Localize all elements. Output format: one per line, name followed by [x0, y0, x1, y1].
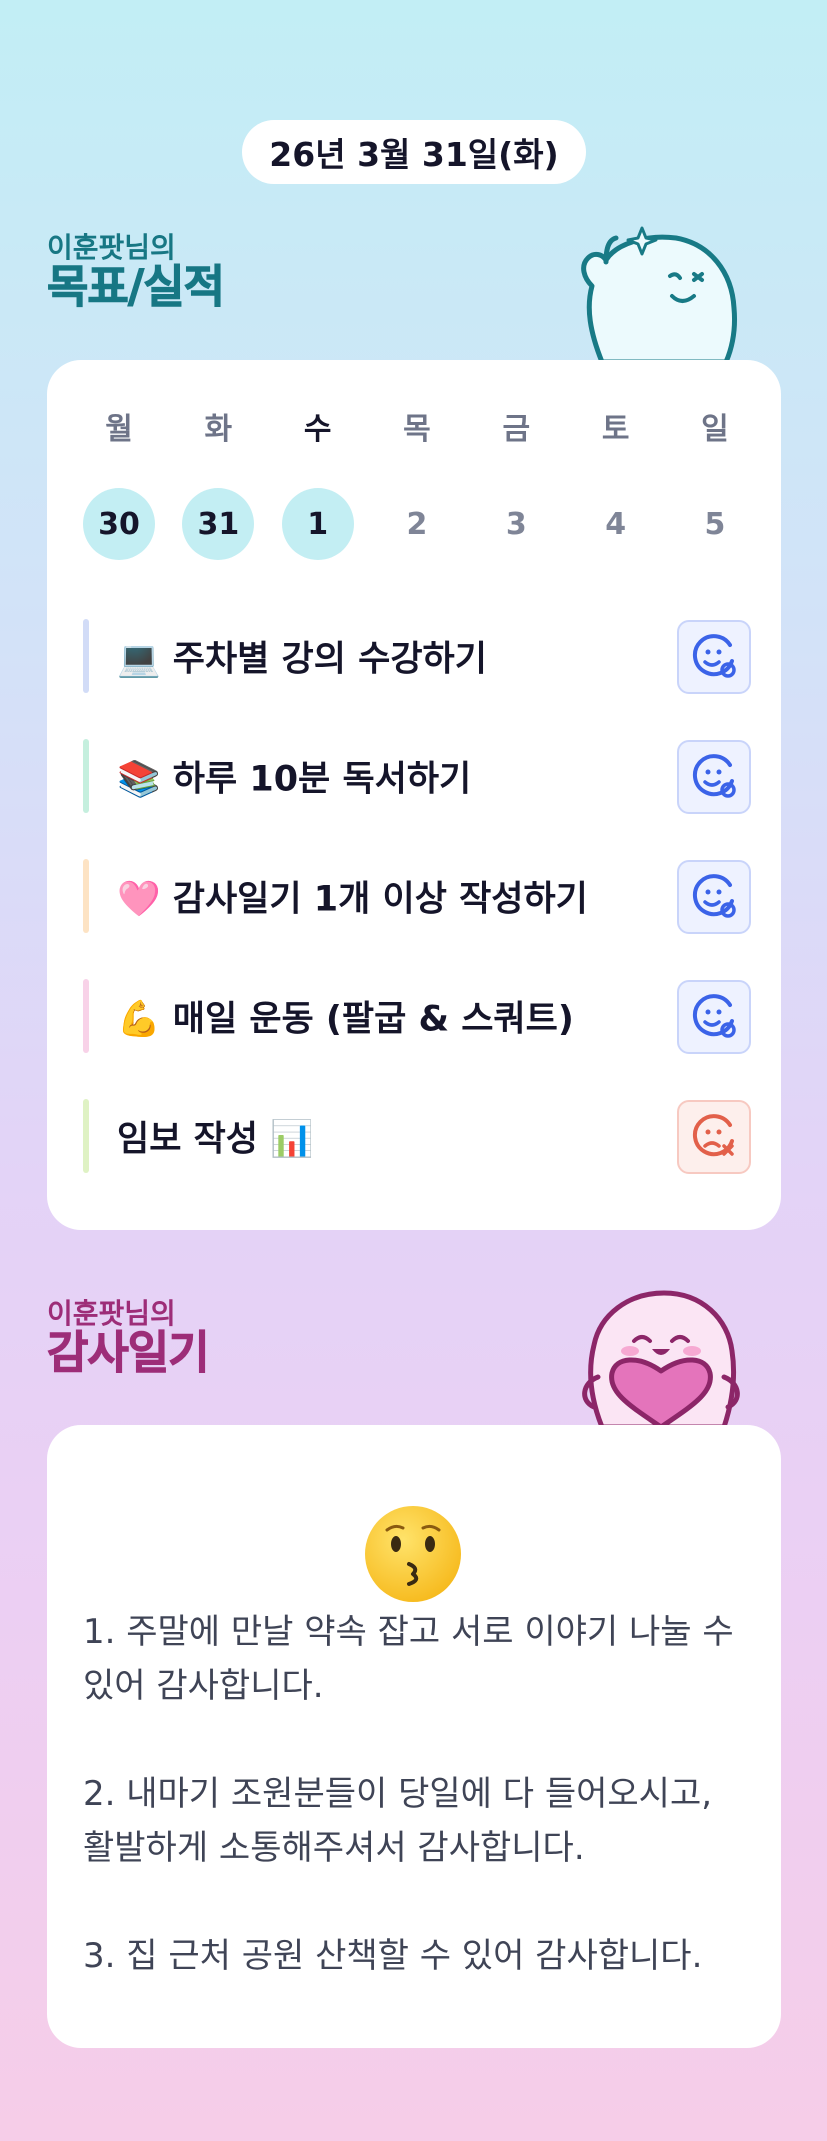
week-calendar: 월 30 화 31 수 1 목 2 금 3 토 4 일 5 — [83, 410, 751, 560]
smile-check-icon — [692, 754, 736, 798]
gratitude-entry: 2. 내마기 조원분들이 당일에 다 들어오시고, 활발하게 소통해주셔서 감사… — [83, 1774, 713, 1868]
day-label: 일 — [701, 412, 729, 447]
day-number: 1 — [281, 488, 354, 560]
gratitude-card: 1. 주말에 만날 약속 잡고 서로 이야기 나눌 수 있어 감사합니다. 2.… — [47, 1425, 781, 2048]
goals-heading: 이훈팟님의 목표/실적 — [46, 231, 225, 313]
goal-color-bar — [83, 859, 89, 933]
smile-check-icon — [692, 634, 736, 678]
goal-color-bar — [83, 739, 89, 813]
date-pill: 26년 3월 31일(화) — [242, 120, 586, 184]
waving-mascot-icon — [581, 226, 737, 362]
gratitude-entries: 1. 주말에 만날 약속 잡고 서로 이야기 나눌 수 있어 감사합니다. 2.… — [83, 1605, 753, 1983]
goal-item[interactable]: 임보 작성 📊 — [83, 1080, 751, 1200]
sad-x-icon — [692, 1114, 734, 1157]
goal-color-bar — [83, 619, 89, 693]
goal-status-button[interactable] — [677, 740, 751, 814]
day-label: 금 — [502, 412, 531, 447]
day-number: 5 — [704, 506, 726, 542]
day-number: 4 — [605, 506, 627, 542]
gratitude-entry: 1. 주말에 만날 약속 잡고 서로 이야기 나눌 수 있어 감사합니다. — [83, 1612, 734, 1706]
day-label: 월 — [105, 412, 133, 447]
goal-status-button[interactable] — [677, 980, 751, 1054]
day-label: 화 — [204, 412, 233, 447]
smile-check-icon — [692, 874, 736, 918]
day-label: 목 — [403, 412, 431, 447]
day-sat[interactable]: 토 4 — [580, 410, 652, 560]
thanks-title: 감사일기 — [47, 1326, 211, 1379]
goals-title: 목표/실적 — [46, 260, 225, 313]
day-fri[interactable]: 금 3 — [480, 410, 552, 560]
goal-text: 💻 주차별 강의 수강하기 — [117, 639, 487, 680]
day-wed[interactable]: 수 1 — [281, 410, 354, 560]
goal-status-button[interactable] — [677, 620, 751, 694]
goal-list: 💻 주차별 강의 수강하기 📚 하루 10분 독서하기 🩷 감사일기 1개 이상… — [83, 600, 751, 1200]
day-tue[interactable]: 화 31 — [182, 410, 255, 560]
day-number: 3 — [505, 506, 527, 542]
goal-item[interactable]: 📚 하루 10분 독서하기 — [83, 720, 751, 840]
thanks-owner: 이훈팟님의 — [47, 1297, 176, 1330]
smile-check-icon — [692, 994, 736, 1038]
goal-text: 🩷 감사일기 1개 이상 작성하기 — [117, 879, 588, 920]
gratitude-entry: 3. 집 근처 공원 산책할 수 있어 감사합니다. — [83, 1936, 703, 1976]
day-mon[interactable]: 월 30 — [83, 410, 155, 560]
date-label: 26년 3월 31일(화) — [269, 135, 559, 174]
day-number: 30 — [83, 488, 155, 560]
day-thu[interactable]: 목 2 — [381, 410, 453, 560]
goal-text: 💪 매일 운동 (팔굽 & 스쿼트) — [117, 999, 574, 1040]
day-number: 31 — [182, 488, 255, 560]
goals-owner: 이훈팟님의 — [47, 231, 176, 264]
goal-color-bar — [83, 979, 89, 1053]
day-label: 수 — [303, 412, 332, 447]
goal-item[interactable]: 💪 매일 운동 (팔굽 & 스쿼트) — [83, 960, 751, 1080]
thanks-heading: 이훈팟님의 감사일기 — [47, 1297, 211, 1379]
goal-color-bar — [83, 1099, 89, 1173]
goal-item[interactable]: 🩷 감사일기 1개 이상 작성하기 — [83, 840, 751, 960]
day-number: 2 — [406, 506, 428, 542]
heart-mascot-icon — [582, 1290, 740, 1427]
goal-status-button[interactable] — [677, 860, 751, 934]
goal-item[interactable]: 💻 주차별 강의 수강하기 — [83, 600, 751, 720]
goal-text: 임보 작성 📊 — [117, 1119, 314, 1160]
goal-text: 📚 하루 10분 독서하기 — [117, 759, 472, 800]
goal-status-button[interactable] — [677, 1100, 751, 1174]
kissing-face-emoji — [365, 1506, 461, 1602]
day-sun[interactable]: 일 5 — [679, 410, 751, 560]
day-label: 토 — [601, 412, 630, 447]
goals-card: 월 30 화 31 수 1 목 2 금 3 토 4 일 5 💻 주차별 강의 수… — [47, 360, 781, 1230]
